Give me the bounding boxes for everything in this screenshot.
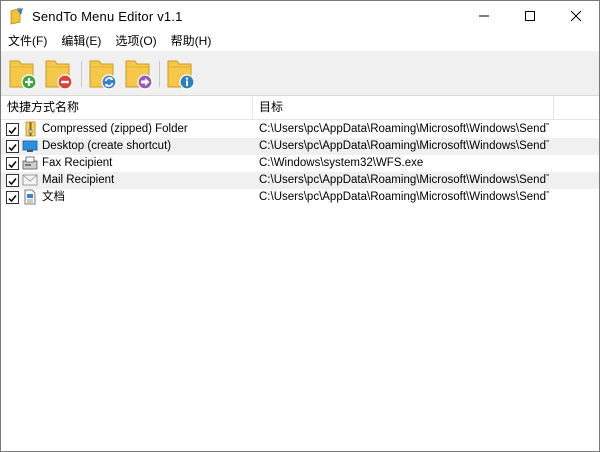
refresh-button[interactable] <box>87 57 119 91</box>
add-item-button[interactable] <box>7 57 39 91</box>
row-checkbox[interactable] <box>6 140 19 153</box>
column-header-target[interactable]: 目标 <box>259 96 283 119</box>
toolbar-separator <box>81 61 82 87</box>
column-divider[interactable] <box>553 96 554 119</box>
menu-edit[interactable]: 编辑(E) <box>54 31 108 51</box>
row-name: Mail Recipient <box>42 174 115 186</box>
toolbar <box>1 51 599 96</box>
column-header-name[interactable]: 快捷方式名称 <box>7 96 79 119</box>
zip-folder-icon <box>22 121 38 137</box>
maximize-button[interactable] <box>507 1 553 31</box>
row-target: C:\Users\pc\AppData\Roaming\Microsoft\Wi… <box>259 174 549 186</box>
checkmark-icon <box>8 178 17 186</box>
checkmark-icon <box>8 127 17 135</box>
fax-icon <box>22 155 38 171</box>
close-icon <box>570 10 582 22</box>
window-title: SendTo Menu Editor v1.1 <box>32 9 183 24</box>
row-name: Compressed (zipped) Folder <box>42 123 188 135</box>
row-name: 文档 <box>42 191 65 203</box>
menu-bar: 文件(F) 编辑(E) 选项(O) 帮助(H) <box>1 31 599 51</box>
folder-remove-icon <box>45 60 73 90</box>
shortcut-list[interactable]: 快捷方式名称 目标 Compressed (zipped) Folder C:\… <box>1 96 599 451</box>
menu-options[interactable]: 选项(O) <box>108 31 163 51</box>
checkmark-icon <box>8 195 17 203</box>
sendto-app-icon <box>9 7 25 25</box>
folder-add-icon <box>9 60 37 90</box>
row-name: Fax Recipient <box>42 157 113 169</box>
menu-help[interactable]: 帮助(H) <box>164 31 219 51</box>
list-item[interactable]: 文档 C:\Users\pc\AppData\Roaming\Microsoft… <box>1 189 599 206</box>
list-header: 快捷方式名称 目标 <box>1 96 599 120</box>
title-bar[interactable]: SendTo Menu Editor v1.1 <box>1 1 599 31</box>
list-item[interactable]: Fax Recipient C:\Windows\system32\WFS.ex… <box>1 155 599 172</box>
toolbar-separator <box>159 61 160 87</box>
mail-icon <box>22 172 38 188</box>
remove-item-button[interactable] <box>43 57 75 91</box>
column-divider[interactable] <box>252 96 253 119</box>
row-checkbox[interactable] <box>6 174 19 187</box>
checkmark-icon <box>8 144 17 152</box>
row-target: C:\Windows\system32\WFS.exe <box>259 157 424 169</box>
row-target: C:\Users\pc\AppData\Roaming\Microsoft\Wi… <box>259 140 549 152</box>
row-checkbox[interactable] <box>6 123 19 136</box>
about-button[interactable] <box>165 57 197 91</box>
minimize-icon <box>479 15 489 17</box>
list-item[interactable]: Desktop (create shortcut) C:\Users\pc\Ap… <box>1 138 599 155</box>
maximize-icon <box>525 11 535 21</box>
menu-file[interactable]: 文件(F) <box>1 31 54 51</box>
move-button[interactable] <box>123 57 155 91</box>
close-button[interactable] <box>553 1 599 31</box>
folder-info-icon <box>167 60 195 90</box>
document-icon <box>22 189 38 205</box>
minimize-button[interactable] <box>461 1 507 31</box>
list-item[interactable]: Compressed (zipped) Folder C:\Users\pc\A… <box>1 121 599 138</box>
checkmark-icon <box>8 161 17 169</box>
row-checkbox[interactable] <box>6 157 19 170</box>
row-target: C:\Users\pc\AppData\Roaming\Microsoft\Wi… <box>259 191 549 203</box>
list-item[interactable]: Mail Recipient C:\Users\pc\AppData\Roami… <box>1 172 599 189</box>
app-window: SendTo Menu Editor v1.1 文件(F) 编辑(E) 选项(O… <box>0 0 600 452</box>
folder-move-icon <box>125 60 153 90</box>
row-target: C:\Users\pc\AppData\Roaming\Microsoft\Wi… <box>259 123 549 135</box>
desktop-icon <box>22 138 38 154</box>
folder-refresh-icon <box>89 60 117 90</box>
row-checkbox[interactable] <box>6 191 19 204</box>
row-name: Desktop (create shortcut) <box>42 140 172 152</box>
